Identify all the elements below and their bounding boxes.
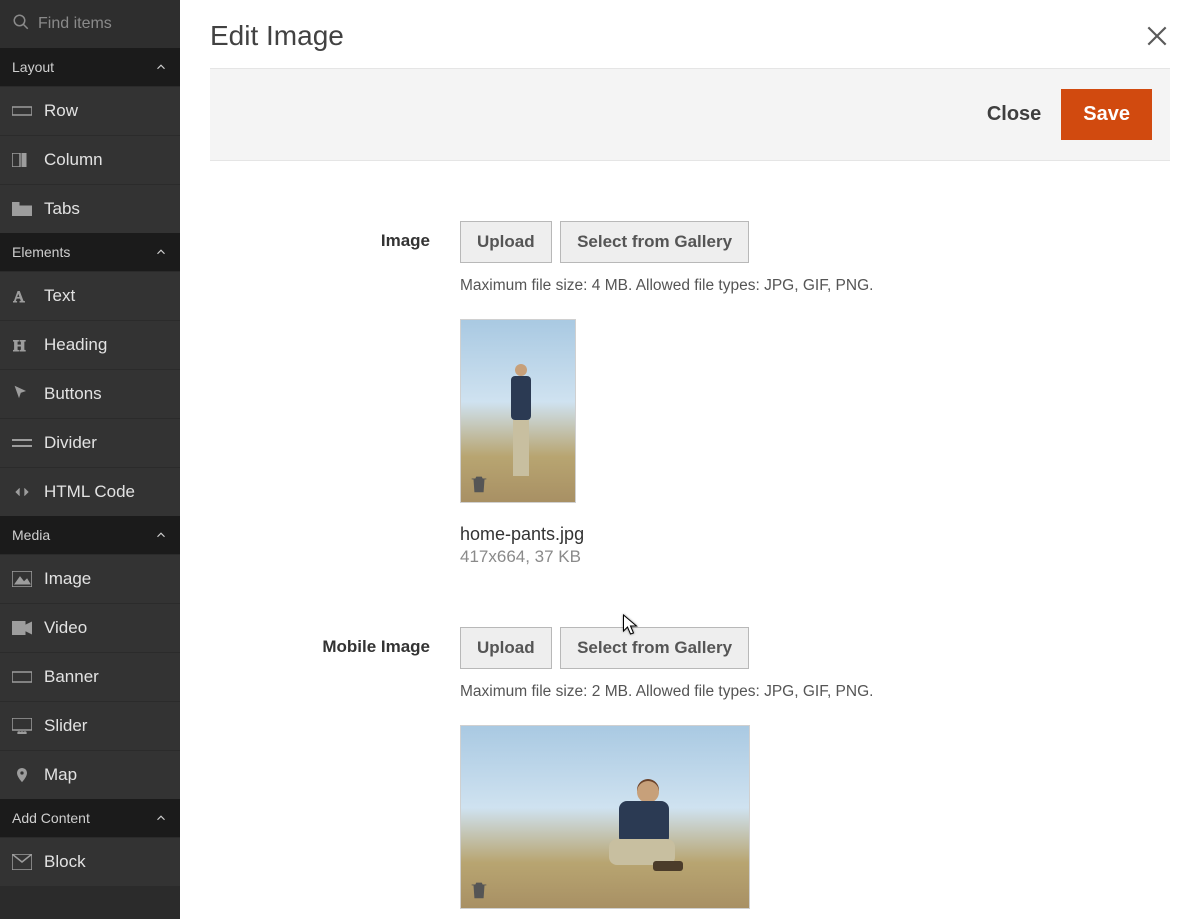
banner-icon (12, 667, 32, 687)
upload-button[interactable]: Upload (460, 221, 552, 263)
trash-icon[interactable] (468, 879, 490, 901)
map-icon (12, 765, 32, 785)
group-label: Add Content (12, 810, 90, 826)
sidebar-item-label: Text (44, 286, 75, 306)
gallery-button[interactable]: Select from Gallery (560, 221, 749, 263)
sidebar-item-label: HTML Code (44, 482, 135, 502)
buttons-icon (12, 384, 32, 404)
sidebar-item-map[interactable]: Map (0, 750, 180, 799)
image-icon (12, 569, 32, 589)
action-bar: Close Save (210, 68, 1170, 161)
sidebar-item-label: Map (44, 765, 77, 785)
sidebar-item-label: Tabs (44, 199, 80, 219)
sidebar-item-buttons[interactable]: Buttons (0, 369, 180, 418)
group-header-elements[interactable]: Elements (0, 233, 180, 271)
tabs-icon (12, 199, 32, 219)
sidebar-item-label: Block (44, 852, 86, 872)
sidebar-item-slider[interactable]: Slider (0, 701, 180, 750)
panel-title: Edit Image (210, 20, 344, 52)
sidebar-item-htmlcode[interactable]: HTML Code (0, 467, 180, 516)
sidebar-item-tabs[interactable]: Tabs (0, 184, 180, 233)
image-hint: Maximum file size: 4 MB. Allowed file ty… (460, 277, 1170, 295)
column-icon (12, 150, 32, 170)
mobile-image-hint: Maximum file size: 2 MB. Allowed file ty… (460, 683, 1170, 701)
sidebar-item-image[interactable]: Image (0, 554, 180, 603)
sidebar-item-label: Divider (44, 433, 97, 453)
group-label: Media (12, 527, 50, 543)
image-section: Image Upload Select from Gallery Maximum… (210, 221, 1170, 567)
close-icon[interactable] (1144, 23, 1170, 49)
sidebar: Layout Row Column Tabs Elements A Text H… (0, 0, 180, 919)
group-header-layout[interactable]: Layout (0, 48, 180, 86)
html-code-icon (12, 482, 32, 502)
image-preview (460, 319, 576, 503)
image-filemeta: 417x664, 37 KB (460, 547, 1170, 567)
save-button[interactable]: Save (1061, 89, 1152, 140)
group-header-add-content[interactable]: Add Content (0, 799, 180, 837)
mobile-image-preview (460, 725, 750, 909)
sidebar-item-label: Row (44, 101, 78, 121)
sidebar-item-label: Image (44, 569, 91, 589)
sidebar-item-label: Column (44, 150, 103, 170)
video-icon (12, 618, 32, 638)
sidebar-item-row[interactable]: Row (0, 86, 180, 135)
mobile-image-label: Mobile Image (210, 627, 460, 919)
chevron-up-icon (154, 60, 168, 74)
chevron-up-icon (154, 811, 168, 825)
image-label: Image (210, 221, 460, 567)
sidebar-item-column[interactable]: Column (0, 135, 180, 184)
divider-icon (12, 433, 32, 453)
group-label: Layout (12, 59, 54, 75)
panel-header: Edit Image (210, 20, 1170, 68)
sidebar-item-block[interactable]: Block (0, 837, 180, 886)
sidebar-item-label: Banner (44, 667, 99, 687)
group-label: Elements (12, 244, 70, 260)
form-area: Image Upload Select from Gallery Maximum… (210, 161, 1170, 919)
sidebar-search (0, 0, 180, 48)
heading-icon: H (12, 335, 32, 355)
sidebar-item-label: Slider (44, 716, 87, 736)
edit-image-panel: Edit Image Close Save Image Upload Selec… (180, 0, 1200, 919)
group-header-media[interactable]: Media (0, 516, 180, 554)
svg-text:A: A (13, 289, 25, 304)
search-icon (12, 13, 30, 36)
search-input[interactable] (38, 15, 158, 33)
svg-text:H: H (13, 338, 26, 353)
sidebar-item-banner[interactable]: Banner (0, 652, 180, 701)
sidebar-item-video[interactable]: Video (0, 603, 180, 652)
block-icon (12, 852, 32, 872)
sidebar-item-label: Buttons (44, 384, 102, 404)
sidebar-item-label: Video (44, 618, 87, 638)
mobile-gallery-button[interactable]: Select from Gallery (560, 627, 749, 669)
slider-icon (12, 716, 32, 736)
sidebar-item-label: Heading (44, 335, 107, 355)
sidebar-item-text[interactable]: A Text (0, 271, 180, 320)
mobile-upload-button[interactable]: Upload (460, 627, 552, 669)
chevron-up-icon (154, 245, 168, 259)
sidebar-item-heading[interactable]: H Heading (0, 320, 180, 369)
image-filename: home-pants.jpg (460, 524, 1170, 545)
chevron-up-icon (154, 528, 168, 542)
row-icon (12, 101, 32, 121)
text-icon: A (12, 286, 32, 306)
trash-icon[interactable] (468, 473, 490, 495)
mobile-image-thumbnail[interactable] (460, 725, 750, 909)
close-button[interactable]: Close (987, 103, 1041, 126)
mobile-image-section: Mobile Image Upload Select from Gallery … (210, 627, 1170, 919)
sidebar-item-divider[interactable]: Divider (0, 418, 180, 467)
